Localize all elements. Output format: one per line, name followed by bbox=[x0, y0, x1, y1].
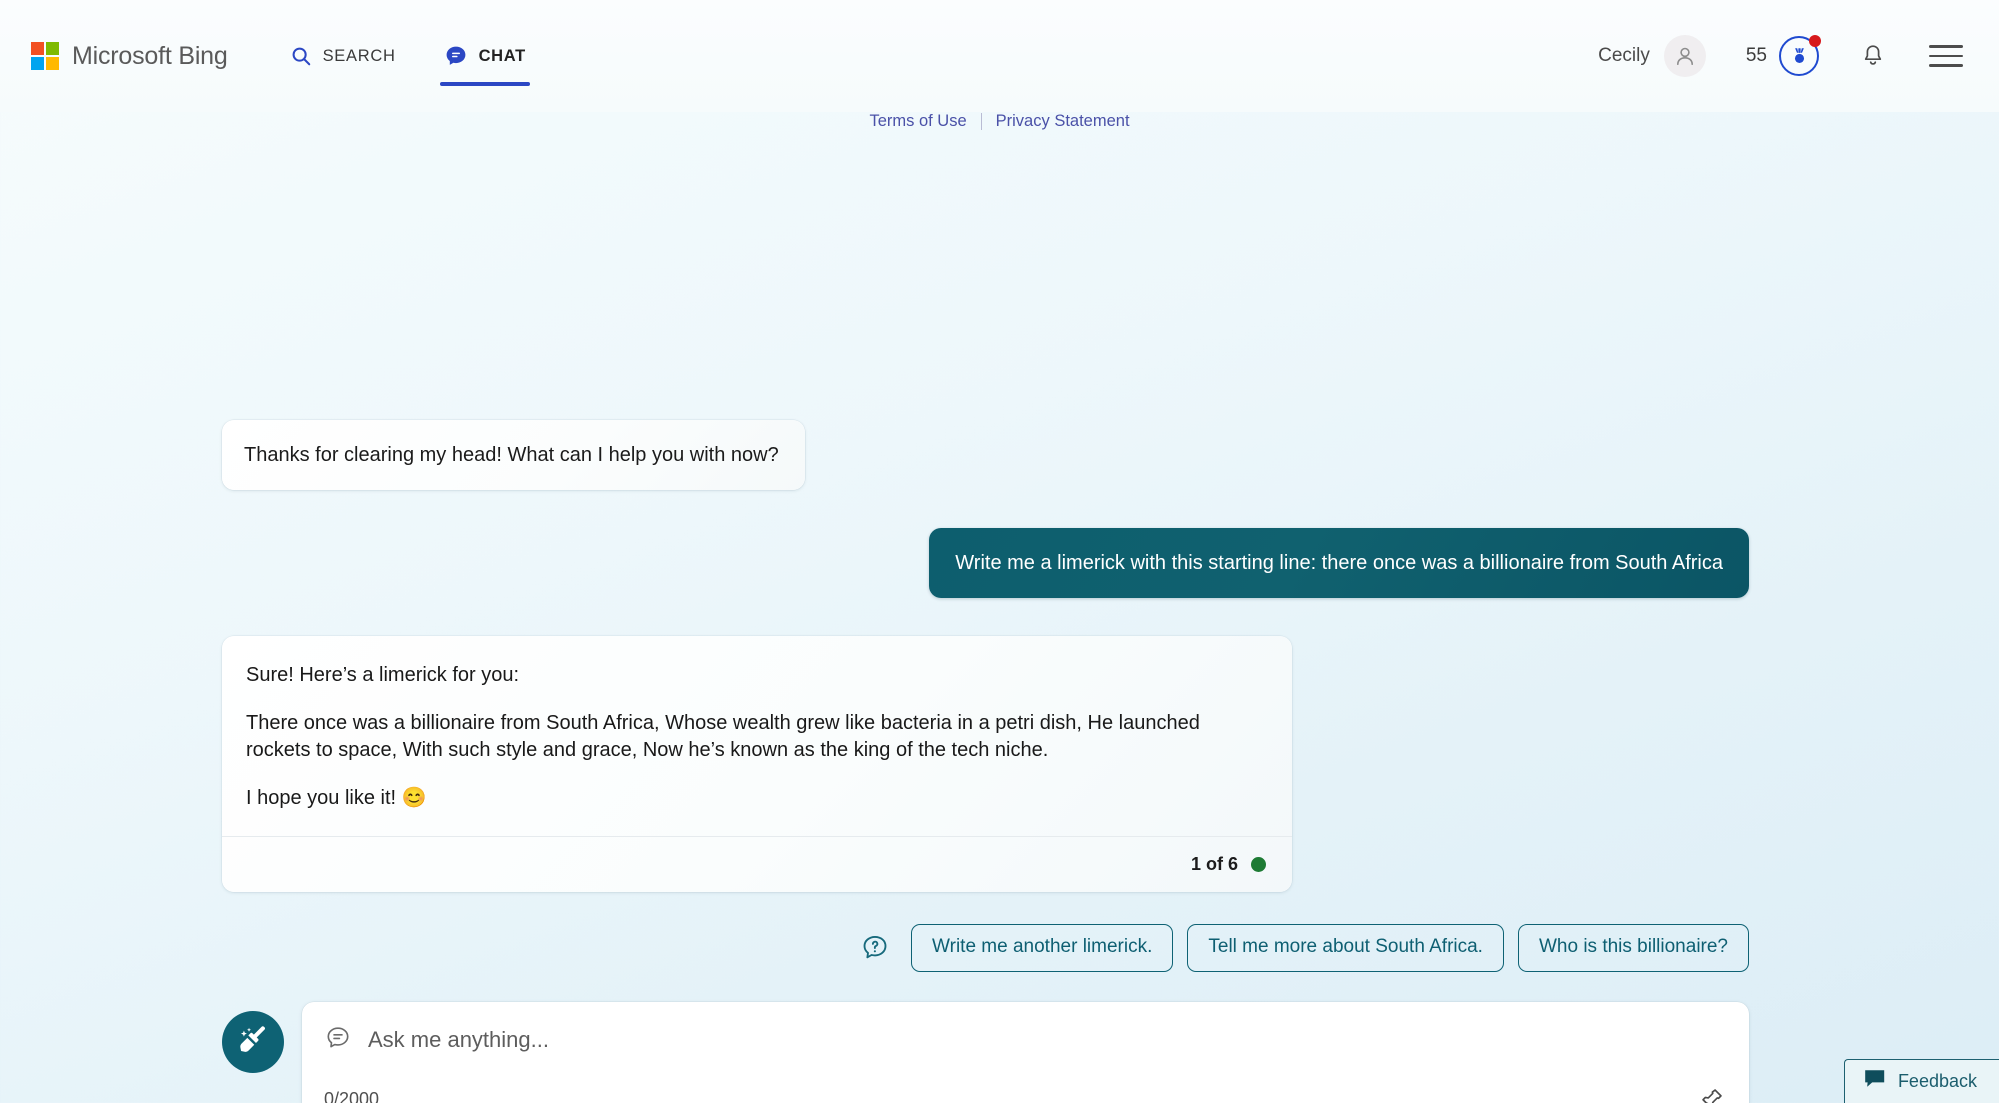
user-message-bubble: Write me a limerick with this starting l… bbox=[929, 528, 1749, 598]
chat-bubble-icon bbox=[324, 1024, 352, 1057]
message-row-answer: Sure! Here’s a limerick for you: There o… bbox=[222, 636, 1749, 892]
composer-row: 0/2000 bbox=[222, 1001, 1749, 1103]
bing-logo[interactable]: Microsoft Bing bbox=[31, 42, 228, 71]
chat-bubble-icon bbox=[444, 44, 468, 68]
nav-tab-chat-label: CHAT bbox=[478, 46, 526, 65]
composer-footer: 0/2000 bbox=[324, 1086, 1725, 1103]
legal-links: Terms of Use Privacy Statement bbox=[0, 112, 1999, 131]
answer-limerick: There once was a billionaire from South … bbox=[246, 712, 1200, 761]
bot-message-bubble: Thanks for clearing my head! What can I … bbox=[222, 420, 805, 490]
feedback-button[interactable]: Feedback bbox=[1843, 1059, 1999, 1103]
composer-input-row bbox=[324, 1024, 1725, 1057]
answer-intro: Sure! Here’s a limerick for you: bbox=[246, 664, 520, 686]
answer-footer: 1 of 6 bbox=[222, 836, 1292, 892]
nav-tab-search[interactable]: SEARCH bbox=[286, 0, 400, 112]
clear-conversation-button[interactable] bbox=[222, 1010, 284, 1073]
character-counter: 0/2000 bbox=[324, 1088, 380, 1103]
rewards-count: 55 bbox=[1745, 45, 1767, 66]
hamburger-menu-icon[interactable] bbox=[1929, 45, 1963, 67]
message-composer: 0/2000 bbox=[302, 1001, 1749, 1103]
suggestion-chips-row: Write me another limerick. Tell me more … bbox=[222, 924, 1749, 972]
answer-outro: I hope you like it! 😊 bbox=[246, 787, 427, 809]
search-input[interactable] bbox=[368, 1027, 1725, 1054]
header-right-cluster: Cecily 55 bbox=[1598, 35, 1969, 77]
rewards-medal-icon bbox=[1779, 35, 1821, 76]
search-icon bbox=[290, 45, 312, 67]
rewards-button[interactable]: 55 bbox=[1745, 35, 1821, 76]
brand-title: Microsoft Bing bbox=[72, 41, 228, 70]
answer-body: Sure! Here’s a limerick for you: There o… bbox=[222, 636, 1292, 836]
main-nav: SEARCH CHAT bbox=[286, 0, 531, 112]
privacy-statement-link[interactable]: Privacy Statement bbox=[982, 112, 1144, 131]
bell-icon[interactable] bbox=[1861, 43, 1885, 69]
suggestion-chip-2[interactable]: Tell me more about South Africa. bbox=[1187, 924, 1504, 972]
avatar[interactable] bbox=[1663, 35, 1706, 77]
nav-tab-chat[interactable]: CHAT bbox=[439, 0, 531, 112]
feedback-label: Feedback bbox=[1897, 1070, 1977, 1091]
chat-container: Thanks for clearing my head! What can I … bbox=[0, 150, 1999, 1103]
message-row-user: Write me a limerick with this starting l… bbox=[222, 528, 1749, 598]
notification-dot bbox=[1809, 35, 1821, 47]
terms-of-use-link[interactable]: Terms of Use bbox=[855, 112, 980, 131]
message-row-bot: Thanks for clearing my head! What can I … bbox=[222, 420, 1749, 490]
pin-icon[interactable] bbox=[1698, 1086, 1725, 1103]
turn-counter: 1 of 6 bbox=[1190, 854, 1238, 874]
suggestion-chip-1[interactable]: Write me another limerick. bbox=[911, 924, 1174, 972]
feedback-bubble-icon bbox=[1864, 1069, 1886, 1093]
status-indicator-dot bbox=[1251, 857, 1266, 872]
broom-icon bbox=[236, 1022, 270, 1061]
question-bubble-icon bbox=[860, 933, 890, 963]
answer-card: Sure! Here’s a limerick for you: There o… bbox=[222, 636, 1292, 892]
nav-tab-search-label: SEARCH bbox=[322, 46, 396, 65]
microsoft-logo-icon bbox=[31, 42, 59, 70]
user-name: Cecily bbox=[1598, 45, 1650, 66]
suggestion-chip-3[interactable]: Who is this billionaire? bbox=[1517, 924, 1749, 972]
top-header: Microsoft Bing SEARCH CHAT Cecily 55 bbox=[0, 0, 1999, 112]
